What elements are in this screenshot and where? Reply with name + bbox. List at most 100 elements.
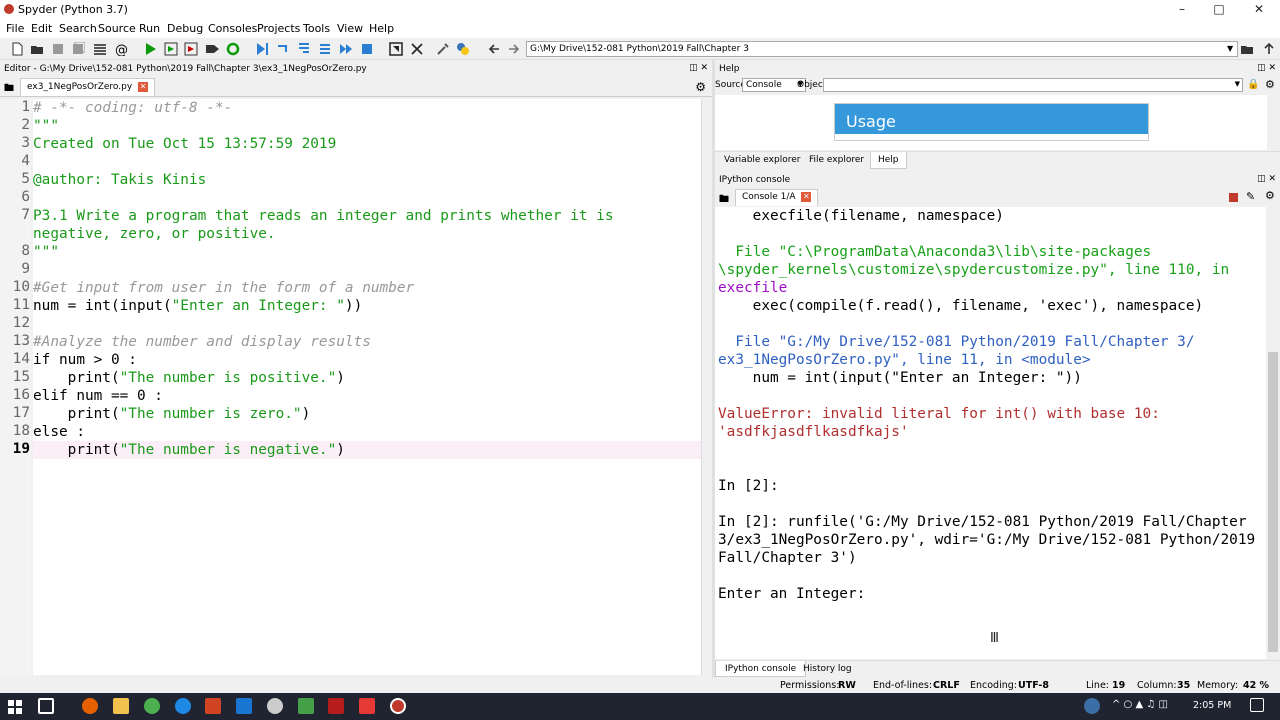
step-return-icon[interactable] [318, 42, 332, 56]
acrobat-icon[interactable] [328, 698, 344, 714]
browse-folder-icon[interactable] [1240, 42, 1254, 56]
lock-icon[interactable]: 🔒 [1247, 79, 1259, 90]
pencil-icon[interactable]: ✎ [1246, 190, 1255, 203]
code-line[interactable]: Created on Tue Oct 15 13:57:59 2019 [33, 135, 701, 153]
code-line[interactable]: """ [33, 117, 701, 135]
maximize-pane-icon[interactable] [389, 42, 403, 56]
console-output[interactable]: execfile(filename, namespace) File "C:\P… [718, 207, 1266, 659]
step-icon[interactable] [276, 42, 290, 56]
run-cell-icon[interactable] [164, 42, 178, 56]
system-tray-icons[interactable]: ^ ○ ▲ ♫ ◫ [1112, 699, 1168, 710]
tab-ipython-console[interactable]: IPython console [715, 661, 807, 677]
firefox-icon[interactable] [82, 698, 98, 714]
code-line[interactable]: negative, zero, or positive. [33, 225, 701, 243]
code-line[interactable]: P3.1 Write a program that reads an integ… [33, 207, 701, 225]
new-file-icon[interactable] [10, 42, 24, 56]
windows-start-icon[interactable] [8, 700, 22, 714]
clock[interactable]: 2:05 PM [1193, 700, 1231, 711]
gear-icon[interactable]: ⚙ [1265, 78, 1275, 91]
close-button[interactable]: ✕ [1249, 2, 1269, 16]
menu-consoles[interactable]: Consoles [208, 22, 257, 35]
help-scrollbar[interactable] [1267, 95, 1279, 150]
fullscreen-icon[interactable] [410, 42, 424, 56]
run-selection-icon[interactable] [205, 42, 219, 56]
editor-scrollbar[interactable] [701, 99, 711, 675]
code-line[interactable]: #Analyze the number and display results [33, 333, 701, 351]
tab-history-log[interactable]: History log [803, 664, 852, 674]
help-icon[interactable] [1084, 698, 1100, 714]
console-scrollbar[interactable] [1267, 207, 1279, 659]
menu-debug[interactable]: Debug [167, 22, 203, 35]
python-path-icon[interactable] [456, 42, 470, 56]
undock-icon[interactable]: ◫ ✕ [689, 63, 708, 73]
minimize-button[interactable]: – [1172, 2, 1192, 16]
forward-arrow-icon[interactable] [507, 42, 521, 56]
close-tab-icon[interactable]: ✕ [801, 192, 812, 202]
console-undock-icon[interactable]: ◫ ✕ [1257, 174, 1276, 184]
menu-run[interactable]: Run [139, 22, 160, 35]
gear-icon[interactable]: ⚙ [695, 80, 706, 94]
rerun-icon[interactable] [226, 42, 240, 56]
step-into-icon[interactable] [297, 42, 311, 56]
code-line[interactable]: elif num == 0 : [33, 387, 701, 405]
code-line[interactable]: print("The number is positive.") [33, 369, 701, 387]
close-tab-icon[interactable]: ✕ [138, 82, 149, 92]
save-all-icon[interactable] [71, 42, 85, 56]
code-line[interactable]: #Get input from user in the form of a nu… [33, 279, 701, 297]
code-editor[interactable]: # -*- coding: utf-8 -*- """ Created on Tue… [33, 99, 701, 675]
tab-console-1a[interactable]: Console 1/A ✕ [735, 189, 819, 206]
code-line[interactable]: print("The number is negative.") [33, 441, 701, 459]
tab-editor-file[interactable]: ex3_1NegPosOrZero.py ✕ [20, 78, 156, 96]
powerpoint-icon[interactable] [205, 698, 221, 714]
r-icon[interactable] [359, 698, 375, 714]
edge-icon[interactable] [175, 698, 191, 714]
remote-desktop-icon[interactable] [236, 698, 252, 714]
spyder-taskbar-icon[interactable] [390, 698, 406, 714]
code-line[interactable]: print("The number is zero.") [33, 405, 701, 423]
app-icon[interactable] [267, 698, 283, 714]
help-undock-icon[interactable]: ◫ ✕ [1257, 63, 1276, 73]
code-line[interactable] [33, 261, 701, 279]
tab-help[interactable]: Help [870, 152, 907, 169]
working-directory-input[interactable]: G:\My Drive\152-081 Python\2019 Fall\Cha… [526, 41, 1238, 57]
chrome-icon[interactable] [144, 698, 160, 714]
browse-tabs-icon[interactable]: 🖿 [4, 81, 14, 98]
console-scroll-thumb[interactable] [1268, 352, 1278, 652]
menu-tools[interactable]: Tools [303, 22, 330, 35]
preferences-icon[interactable] [436, 42, 450, 56]
tab-variable-explorer[interactable]: Variable explorer [724, 155, 800, 165]
save-icon[interactable] [51, 42, 65, 56]
code-line[interactable]: # -*- coding: utf-8 -*- [33, 99, 701, 117]
open-file-icon[interactable] [30, 42, 44, 56]
code-line[interactable]: """ [33, 243, 701, 261]
list-icon[interactable] [93, 42, 107, 56]
chevron-down-icon[interactable]: ▼ [1227, 44, 1233, 53]
debug-icon[interactable] [255, 42, 269, 56]
file-explorer-icon[interactable] [113, 698, 129, 714]
code-line[interactable] [33, 315, 701, 333]
stop-kernel-icon[interactable] [1229, 193, 1238, 202]
run-icon[interactable] [143, 42, 157, 56]
task-view-icon[interactable] [38, 698, 54, 714]
menu-file[interactable]: File [6, 22, 24, 35]
run-cell-advance-icon[interactable] [184, 42, 198, 56]
menu-edit[interactable]: Edit [31, 22, 52, 35]
code-line[interactable] [33, 153, 701, 171]
notepad-icon[interactable] [298, 698, 314, 714]
notifications-icon[interactable] [1250, 698, 1264, 712]
continue-icon[interactable] [339, 42, 353, 56]
code-line[interactable]: else : [33, 423, 701, 441]
gear-icon[interactable]: ⚙ [1265, 189, 1275, 202]
menu-projects[interactable]: Projects [257, 22, 300, 35]
code-line[interactable] [33, 189, 701, 207]
menu-help[interactable]: Help [369, 22, 394, 35]
menu-search[interactable]: Search [59, 22, 97, 35]
parent-directory-icon[interactable] [1262, 42, 1276, 56]
menu-source[interactable]: Source [98, 22, 136, 35]
stop-debug-icon[interactable] [360, 42, 374, 56]
code-line[interactable]: num = int(input("Enter an Integer: ")) [33, 297, 701, 315]
pane-splitter[interactable] [712, 60, 715, 678]
menu-view[interactable]: View [337, 22, 363, 35]
at-sign-icon[interactable]: @ [114, 42, 128, 56]
object-input[interactable]: ▼ [823, 78, 1243, 92]
